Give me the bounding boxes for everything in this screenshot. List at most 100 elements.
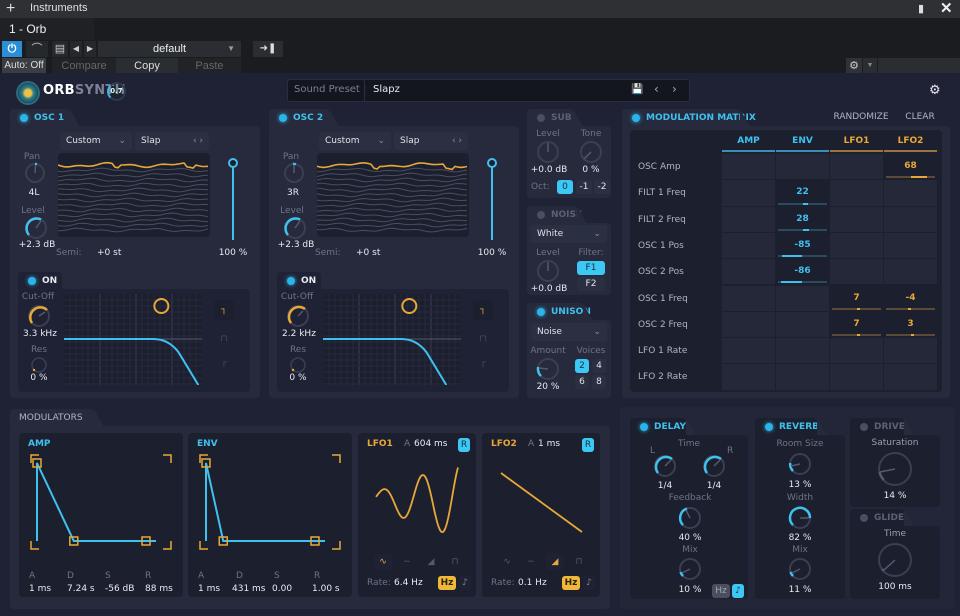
sub-oct-minus2[interactable]: -2 — [594, 180, 610, 194]
noise-filter-f2[interactable]: F2 — [577, 277, 605, 291]
matrix-cell[interactable] — [722, 338, 775, 364]
filter2-type-highpass[interactable]: ┌ — [473, 353, 493, 373]
lfo2-shape-square[interactable]: ⊓ — [570, 554, 588, 570]
matrix-cell[interactable]: 7 — [830, 311, 883, 338]
close-icon[interactable]: ✕ — [940, 0, 953, 17]
lfo2-rate-value[interactable]: 0.1 Hz — [518, 578, 547, 588]
instrument-tab[interactable]: 1 - Orb Synth▼ — [0, 18, 94, 58]
unison-enable-led[interactable] — [537, 308, 545, 316]
osc2-enable-led[interactable] — [279, 114, 287, 122]
matrix-cell[interactable] — [884, 338, 937, 364]
env-sustain-value[interactable]: 0.00 — [272, 584, 292, 594]
lfo2-shape-sine[interactable]: ∿ — [498, 554, 516, 570]
filter1-res-knob[interactable] — [29, 355, 49, 375]
filter1-enable-led[interactable] — [28, 277, 36, 285]
osc2-wavetable-display[interactable] — [317, 153, 469, 237]
delay-feedback-knob[interactable] — [677, 505, 703, 531]
pin-icon[interactable]: ▮ — [918, 2, 924, 15]
reverb-tab[interactable]: REVERB — [755, 418, 827, 436]
unison-voices-2[interactable]: 2 — [575, 359, 589, 373]
unison-tab[interactable]: UNISON — [527, 303, 593, 321]
automation-icon[interactable]: ⌒ — [26, 41, 48, 57]
lfo1-hz-button[interactable]: Hz — [438, 576, 456, 590]
osc1-wave-type-select[interactable]: Custom ⌄ — [60, 132, 132, 150]
lfo1-note-sync-icon[interactable]: ♪ — [459, 576, 471, 590]
filter2-type-bandpass[interactable]: ╭╮ — [473, 327, 493, 347]
osc2-position-slider[interactable] — [485, 156, 499, 242]
lfo2-note-sync-icon[interactable]: ♪ — [583, 576, 595, 590]
matrix-cell[interactable] — [722, 285, 775, 311]
lfo1-shape-saw[interactable]: ◢ — [422, 554, 440, 570]
amp-release-value[interactable]: 88 ms — [145, 584, 173, 594]
unison-voices-8[interactable]: 8 — [592, 375, 606, 389]
matrix-cell[interactable] — [722, 311, 775, 338]
settings-gear-icon[interactable]: ⚙ — [929, 83, 941, 98]
noise-type-select[interactable]: White ⌄ — [531, 225, 607, 243]
matrix-cell[interactable] — [722, 180, 775, 206]
lfo2-shape-saw[interactable]: ◢ — [546, 554, 564, 570]
sub-tone-knob[interactable] — [579, 140, 603, 164]
glide-time-knob[interactable] — [876, 541, 914, 579]
lfo2-retrigger-button[interactable]: R — [582, 438, 594, 452]
filter2-type-lowpass[interactable]: ┐ — [473, 300, 493, 320]
osc1-pan-knob[interactable] — [24, 162, 46, 184]
host-preset-select[interactable]: default ▼ — [98, 41, 241, 57]
filter1-type-lowpass[interactable]: ┐ — [214, 300, 234, 320]
delay-hz-button[interactable]: Hz — [712, 584, 730, 598]
lfo2-attack-value[interactable]: 1 ms — [538, 439, 560, 449]
filter1-type-bandpass[interactable]: ╭╮ — [214, 327, 234, 347]
matrix-cell[interactable] — [830, 180, 883, 206]
filter2-curve-display[interactable] — [323, 294, 461, 385]
matrix-cell[interactable] — [884, 364, 937, 390]
matrix-cell[interactable] — [884, 259, 937, 285]
reverb-mix-knob[interactable] — [787, 556, 813, 582]
matrix-cell[interactable] — [776, 311, 829, 338]
next-sound-icon[interactable]: › — [672, 82, 677, 96]
reverb-width-knob[interactable] — [787, 505, 813, 531]
matrix-cell[interactable] — [776, 285, 829, 311]
env-release-value[interactable]: 1.00 s — [312, 584, 340, 594]
osc1-wavetable-display[interactable] — [58, 153, 210, 237]
filter1-tab[interactable]: ON — [18, 272, 72, 290]
drive-enable-led[interactable] — [860, 423, 868, 431]
chevron-left-right-icon[interactable]: ‹ › — [452, 132, 462, 150]
sub-level-knob[interactable] — [536, 140, 560, 164]
osc2-tab[interactable]: OSC 2 — [269, 109, 339, 127]
matrix-cell[interactable]: 28 — [776, 206, 829, 232]
matrix-cell[interactable] — [722, 364, 775, 390]
previous-sound-icon[interactable]: ‹ — [654, 82, 659, 96]
osc1-level-knob[interactable] — [24, 216, 48, 240]
reverb-room-knob[interactable] — [787, 451, 813, 477]
matrix-cell[interactable] — [722, 206, 775, 232]
mod-matrix-led[interactable] — [632, 114, 640, 122]
matrix-cell[interactable] — [776, 364, 829, 390]
randomize-button[interactable]: RANDOMIZE — [828, 109, 894, 125]
filter1-curve-display[interactable] — [64, 294, 202, 385]
matrix-cell[interactable] — [884, 232, 937, 259]
matrix-cell[interactable]: -4 — [884, 285, 937, 311]
matrix-cell[interactable]: 68 — [884, 154, 937, 180]
power-button[interactable]: ⏻ — [2, 41, 22, 57]
matrix-cell[interactable] — [884, 180, 937, 206]
filter1-cutoff-knob[interactable] — [26, 303, 52, 329]
drive-saturation-knob[interactable] — [876, 450, 914, 488]
amp-decay-value[interactable]: 7.24 s — [67, 584, 95, 594]
delay-time-r-knob[interactable] — [701, 453, 727, 479]
lfo2-shape-triangle[interactable]: ∼ — [522, 554, 540, 570]
unison-amount-knob[interactable] — [536, 357, 560, 381]
sub-tab[interactable]: SUB — [527, 109, 583, 127]
delay-note-sync-icon[interactable]: ♪ — [732, 584, 744, 598]
filter2-cutoff-knob[interactable] — [285, 303, 311, 329]
sub-enable-led[interactable] — [537, 114, 545, 122]
delay-mix-knob[interactable] — [677, 556, 703, 582]
filter2-tab[interactable]: ON — [277, 272, 331, 290]
osc2-level-knob[interactable] — [283, 216, 307, 240]
reverb-enable-led[interactable] — [765, 423, 773, 431]
matrix-cell[interactable] — [776, 338, 829, 364]
sound-preset-value[interactable]: Slapz — [373, 84, 400, 95]
auto-off-button[interactable]: Auto: Off — [2, 58, 46, 74]
unison-voices-4[interactable]: 4 — [592, 359, 606, 373]
matrix-cell[interactable]: -86 — [776, 259, 829, 285]
chevron-down-icon[interactable]: ▼ — [863, 58, 877, 74]
env-attack-value[interactable]: 1 ms — [198, 584, 220, 594]
